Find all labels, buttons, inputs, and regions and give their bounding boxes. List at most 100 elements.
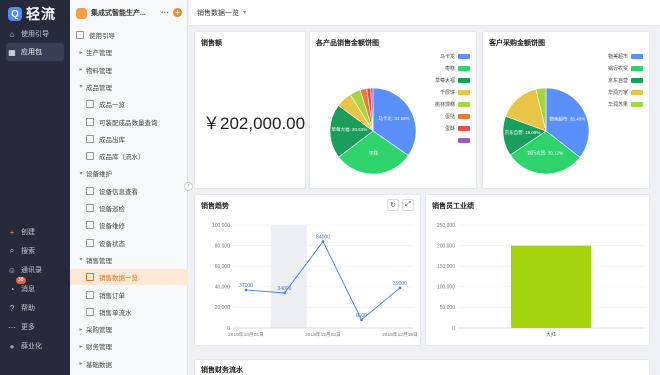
sidebar-item-label: 销售数据一览 xyxy=(99,275,138,283)
legend-label: 京东自营 xyxy=(608,77,628,84)
avatar: ● xyxy=(9,341,15,351)
page-icon xyxy=(86,204,94,212)
pie-slice-label: 锅行农贸: 30.12% xyxy=(527,150,563,157)
app-logo[interactable]: Q 轻流 xyxy=(8,4,56,24)
chevron-right-icon[interactable]: ▸ xyxy=(76,343,86,350)
rail-item-label: 帮助 xyxy=(21,305,35,312)
sidebar-header: 集成式智能生产... ··· + xyxy=(70,0,187,26)
sidebar-group[interactable]: ▾ 设备维护 xyxy=(70,165,188,181)
data-label: 8000 xyxy=(356,313,367,319)
data-point xyxy=(283,291,286,295)
page-icon xyxy=(76,31,84,39)
chevron-right-icon[interactable]: ▸ xyxy=(76,326,86,333)
pie-slice-label: 京东自营: 15.08% xyxy=(505,129,541,136)
sidebar-item[interactable]: 成品库（流水） xyxy=(70,148,188,164)
data-label: 200000 xyxy=(543,240,560,246)
page-icon xyxy=(86,134,94,143)
page-icon xyxy=(86,307,94,316)
data-point xyxy=(321,240,325,243)
page-topbar: 销售数据一览 ▼ xyxy=(189,0,660,26)
sidebar-item[interactable]: 可装配成品数量查询 xyxy=(70,114,188,130)
sidebar-item[interactable]: 销售订单 xyxy=(70,287,188,303)
pie-slice-label: 马卡龙: 34.65% xyxy=(378,115,409,122)
card-title: 销售额 xyxy=(201,40,222,47)
page-icon xyxy=(86,117,94,126)
customer-pie-chart: 物美超市: 35.48% 锅行农贸: 30.12% 京东自营: 15.08% 物美超市… xyxy=(502,53,643,175)
sidebar-item-label: 成品管理 xyxy=(86,84,112,92)
rail-item-label: 搜索 xyxy=(21,248,35,255)
rail-item[interactable]: ◔ 38 消息 xyxy=(6,277,64,298)
sidebar-item-label: 销售订单 xyxy=(99,292,125,300)
sidebar-item-label: 销售单流水 xyxy=(99,309,132,317)
sidebar-item-label: 使用引导 xyxy=(89,33,115,40)
rail-item[interactable]: ⋯ 更多 xyxy=(6,318,64,336)
sidebar-item[interactable]: 设备维修 xyxy=(70,217,188,233)
sidebar-item[interactable]: 成品出库 xyxy=(70,131,188,147)
rail-item-label: 应用包 xyxy=(21,49,42,56)
y-tick-label: 0 xyxy=(452,326,455,332)
page-title[interactable]: 销售数据一览 xyxy=(197,8,239,18)
sales-trend-card: 销售趋势 ↻ ⤢ 0 20,000 40,000 60,000 80,000 100,00… xyxy=(194,194,421,346)
sidebar-item-label: 采购管理 xyxy=(86,327,112,335)
rail-item[interactable]: ⌂ 使用引导 xyxy=(6,25,64,43)
legend-label: 桃林馒糕 xyxy=(435,101,455,108)
y-tick-label: 50,000 xyxy=(440,305,456,311)
rail-item[interactable]: ⌕ 搜索 xyxy=(6,242,64,260)
page-icon xyxy=(86,290,94,299)
more-icon: ⋯ xyxy=(8,322,16,332)
rail-item[interactable]: + 创建 xyxy=(6,223,64,241)
y-tick-label: 40,000 xyxy=(215,285,231,291)
finance-flow-card: 销售财务流水 xyxy=(194,359,650,375)
rail-item[interactable]: ● 薛业化 xyxy=(6,337,64,355)
sidebar-group[interactable]: ▸ 物料管理 xyxy=(70,62,188,78)
legend-label: 草莓大福 xyxy=(435,77,455,84)
y-tick-label: 200,000 xyxy=(437,243,455,249)
sidebar-group[interactable]: ▸ 基础数据 xyxy=(70,356,188,372)
chevron-down-icon[interactable]: ▾ xyxy=(76,83,86,90)
chevron-right-icon[interactable]: ▸ xyxy=(76,360,86,367)
sidebar-item[interactable]: 成品一览 xyxy=(70,96,188,112)
data-label: 34000 xyxy=(278,286,292,292)
legend-swatch xyxy=(458,114,470,119)
rail-item[interactable]: ☺ 通讯录 xyxy=(6,261,64,279)
chevron-down-icon[interactable]: ▾ xyxy=(76,170,86,177)
sidebar-item-label: 物料管理 xyxy=(86,67,112,75)
sidebar-item-label: 基础数据 xyxy=(86,361,112,369)
sidebar-item[interactable]: 设备巡检 xyxy=(70,200,188,216)
sidebar-item[interactable]: 销售单流水 xyxy=(70,304,188,320)
more-options-icon[interactable]: ··· xyxy=(161,8,169,17)
sidebar-group[interactable]: ▸ 生产管理 xyxy=(70,44,188,60)
rail-item-label: 创建 xyxy=(21,229,35,236)
chevron-right-icon[interactable]: ▸ xyxy=(76,66,86,73)
app-sidebar: 集成式智能生产... ··· + 使用引导 ▸ 生产管理 ▸ 物料管理 ▾ 成品管理 成品一览… xyxy=(70,0,188,375)
legend-label: 物美超市 xyxy=(608,53,628,60)
sidebar-group[interactable]: ▸ 采购管理 xyxy=(70,321,188,337)
sidebar-item[interactable]: 使用引导 xyxy=(70,27,188,43)
sidebar-item-label: 财务管理 xyxy=(86,344,112,352)
sidebar-group[interactable]: ▾ 成品管理 xyxy=(70,79,188,95)
data-point xyxy=(244,288,248,292)
sidebar-item[interactable]: 销售数据一览 xyxy=(70,269,188,286)
sidebar-group[interactable]: ▸ 财务管理 xyxy=(70,338,188,354)
app-name[interactable]: 集成式智能生产... xyxy=(91,8,146,18)
x-tick-label: 大红 xyxy=(546,331,556,338)
legend-label: 蛋挞 xyxy=(445,113,455,120)
rail-item[interactable]: ▦ 应用包 xyxy=(6,43,64,61)
sidebar-item[interactable]: 设备状态 xyxy=(70,235,188,251)
legend-swatch xyxy=(631,90,643,95)
sidebar-item[interactable]: 设备信息查看 xyxy=(70,183,188,199)
chevron-down-icon[interactable]: ▼ xyxy=(242,10,247,16)
x-tick-label: 2019年12月02日 xyxy=(305,331,341,338)
chevron-down-icon[interactable]: ▾ xyxy=(76,256,86,263)
page-icon xyxy=(86,238,94,247)
sidebar-group[interactable]: ▾ 销售管理 xyxy=(70,252,188,268)
chevron-right-icon[interactable]: ▸ xyxy=(76,49,86,56)
add-icon[interactable]: + xyxy=(173,8,182,17)
rail-item[interactable]: ? 帮助 xyxy=(6,299,64,317)
legend-label: 枣糕 xyxy=(445,65,455,72)
series-line xyxy=(245,240,401,321)
page-icon xyxy=(86,221,94,230)
sales-amount-value: ￥202,000.00 xyxy=(203,114,306,133)
sidebar-item-label: 成品一览 xyxy=(99,102,125,110)
help-icon: ? xyxy=(9,303,15,313)
